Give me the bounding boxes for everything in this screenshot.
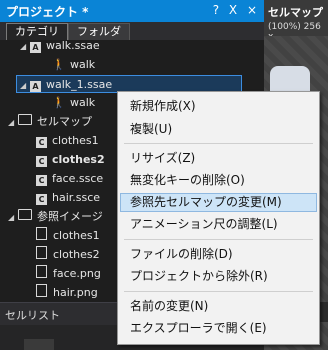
menu-separator bbox=[124, 239, 313, 240]
menu-separator bbox=[124, 143, 313, 144]
tree-item-label: 参照イメージ bbox=[37, 210, 103, 223]
tree-item-label: walk.ssae bbox=[46, 40, 100, 52]
tree-item-image[interactable]: face.png bbox=[36, 265, 101, 283]
cellmap-file-icon: C bbox=[36, 137, 47, 148]
project-panel-title: プロジェクト * bbox=[6, 5, 89, 19]
menu-separator bbox=[124, 291, 313, 292]
cellmap-panel-title: セルマップ bbox=[268, 6, 323, 19]
panel-controls[interactable]: ? X × bbox=[213, 3, 260, 17]
expand-arrow-icon[interactable]: ◢ bbox=[8, 114, 18, 132]
menu-item-exclude-from-project[interactable]: プロジェクトから除外(R) bbox=[120, 267, 317, 286]
tree-item-walk-motion[interactable]: 🚶 walk bbox=[52, 56, 95, 74]
tree-item-image[interactable]: hair.png bbox=[36, 284, 98, 302]
tree-item-label: hair.ssce bbox=[52, 191, 101, 204]
animation-file-icon: A bbox=[30, 81, 41, 92]
tree-item-image[interactable]: clothes1 bbox=[36, 227, 100, 245]
image-file-icon bbox=[36, 246, 47, 259]
running-person-icon: 🚶 bbox=[52, 96, 66, 109]
cellmap-file-icon: C bbox=[36, 175, 47, 186]
tab-bar: カテゴリ フォルダ bbox=[0, 22, 264, 40]
tree-item-label: walk bbox=[70, 58, 96, 71]
expand-arrow-icon[interactable]: ◢ bbox=[8, 209, 18, 227]
expand-arrow-icon[interactable]: ◢ bbox=[20, 77, 30, 95]
tree-item-cellmap[interactable]: Cclothes2 bbox=[36, 151, 105, 169]
running-person-icon: 🚶 bbox=[52, 58, 66, 71]
menu-item-adjust-length[interactable]: アニメーション尺の調整(L) bbox=[120, 215, 317, 234]
folder-icon bbox=[18, 209, 32, 220]
tree-item-walk-ssae[interactable]: ◢ Awalk.ssae bbox=[20, 40, 100, 55]
tree-item-walk-motion[interactable]: 🚶 walk bbox=[52, 94, 95, 112]
tree-item-label: face.png bbox=[53, 267, 101, 280]
tree-item-cellmap[interactable]: Cclothes1 bbox=[36, 132, 99, 150]
tree-item-cellmap[interactable]: Chair.ssce bbox=[36, 189, 100, 207]
tree-item-label: clothes2 bbox=[53, 248, 100, 261]
menu-item-new[interactable]: 新規作成(X) bbox=[120, 97, 317, 116]
cellmap-file-icon: C bbox=[36, 194, 47, 205]
image-file-icon bbox=[36, 284, 47, 297]
tree-item-label: face.ssce bbox=[52, 172, 104, 185]
tab-category[interactable]: カテゴリ bbox=[6, 23, 68, 40]
tree-item-label: セルマップ bbox=[37, 115, 92, 128]
expand-arrow-icon[interactable]: ◢ bbox=[20, 40, 30, 56]
menu-item-duplicate[interactable]: 複製(U) bbox=[120, 120, 317, 139]
menu-item-rename[interactable]: 名前の変更(N) bbox=[120, 297, 317, 316]
menu-item-resize[interactable]: リサイズ(Z) bbox=[120, 149, 317, 168]
cellmap-file-icon: C bbox=[36, 156, 47, 167]
tree-item-label: walk bbox=[70, 96, 96, 109]
cell-list-item[interactable] bbox=[24, 339, 54, 350]
tree-folder-reference-images[interactable]: ◢ 参照イメージ bbox=[8, 208, 103, 226]
project-panel-titlebar: プロジェクト * ? X × bbox=[0, 0, 264, 22]
tree-item-image[interactable]: clothes2 bbox=[36, 246, 100, 264]
cell-list-title: セルリスト bbox=[5, 309, 60, 322]
menu-item-delete-unchanged-keys[interactable]: 無変化キーの削除(O) bbox=[120, 171, 317, 190]
tree-item-label: clothes1 bbox=[53, 229, 100, 242]
tree-item-label: hair.png bbox=[53, 286, 98, 299]
image-file-icon bbox=[36, 265, 47, 278]
tree-item-cellmap[interactable]: Cface.ssce bbox=[36, 170, 103, 188]
tree-item-label: clothes2 bbox=[52, 153, 105, 166]
tree-item-label: clothes1 bbox=[52, 134, 99, 147]
menu-item-open-in-explorer[interactable]: エクスプローラで開く(E) bbox=[120, 319, 317, 338]
tree-folder-cellmap[interactable]: ◢ セルマップ bbox=[8, 113, 92, 131]
folder-icon bbox=[18, 114, 32, 125]
menu-item-delete-file[interactable]: ファイルの削除(D) bbox=[120, 245, 317, 264]
image-file-icon bbox=[36, 227, 47, 240]
animation-file-icon: A bbox=[30, 42, 41, 53]
context-menu: 新規作成(X) 複製(U) リサイズ(Z) 無変化キーの削除(O) 参照先セルマ… bbox=[117, 91, 320, 345]
menu-item-change-cellmap[interactable]: 参照先セルマップの変更(M) bbox=[120, 193, 317, 212]
tree-item-label: walk_1.ssae bbox=[46, 78, 113, 91]
tab-folder[interactable]: フォルダ bbox=[68, 23, 130, 40]
